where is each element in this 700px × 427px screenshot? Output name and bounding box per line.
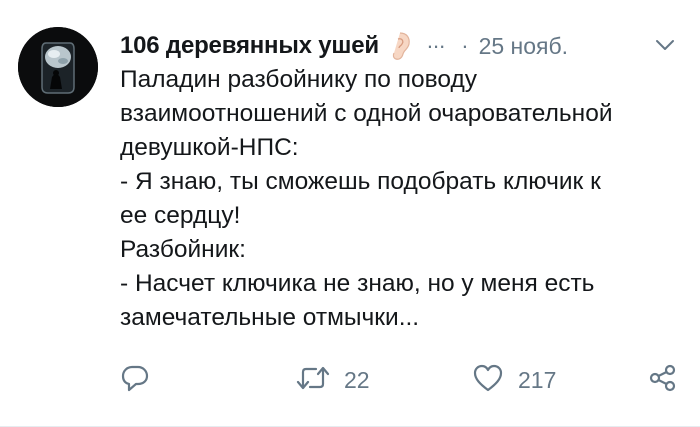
chevron-down-icon[interactable] (654, 37, 676, 53)
tweet-actions: 22 217 (0, 362, 700, 398)
tweet-line: ее сердцу! (120, 202, 241, 229)
retweet-count: 22 (344, 366, 370, 393)
tweet-line: Паладин разбойнику по поводу (120, 66, 477, 93)
separator-dot: · (461, 33, 469, 58)
share-icon (648, 363, 678, 398)
like-count: 217 (518, 366, 557, 393)
heart-icon (472, 363, 504, 398)
ear-icon (389, 31, 411, 61)
author-name[interactable]: 106 деревянных ушей (120, 32, 379, 60)
avatar-image (18, 27, 98, 107)
author-handle[interactable]: ... (427, 28, 445, 54)
tweet-date[interactable]: 25 нояб. (479, 33, 568, 60)
tweet-text: Паладин разбойнику по поводу взаимоотнош… (120, 63, 690, 335)
tweet-header: 106 деревянных ушей ... · 25 нояб. (120, 27, 676, 65)
reply-button[interactable] (120, 362, 150, 398)
retweet-icon (296, 363, 330, 398)
tweet-line: - Я знаю, ты сможешь подобрать ключик к (120, 168, 601, 195)
tweet-line: взаимоотношений с одной очаровательной (120, 100, 613, 127)
tweet-line: замечательные отмычки... (120, 304, 420, 331)
reply-icon (120, 363, 150, 398)
tweet-line: - Насчет ключика не знаю, но у меня есть (120, 270, 595, 297)
tweet-line: Разбойник: (120, 236, 246, 263)
share-button[interactable] (648, 362, 678, 398)
retweet-button[interactable]: 22 (296, 362, 370, 398)
like-button[interactable]: 217 (472, 362, 556, 398)
avatar[interactable] (18, 27, 98, 107)
tweet-line: девушкой-НПС: (120, 134, 299, 161)
